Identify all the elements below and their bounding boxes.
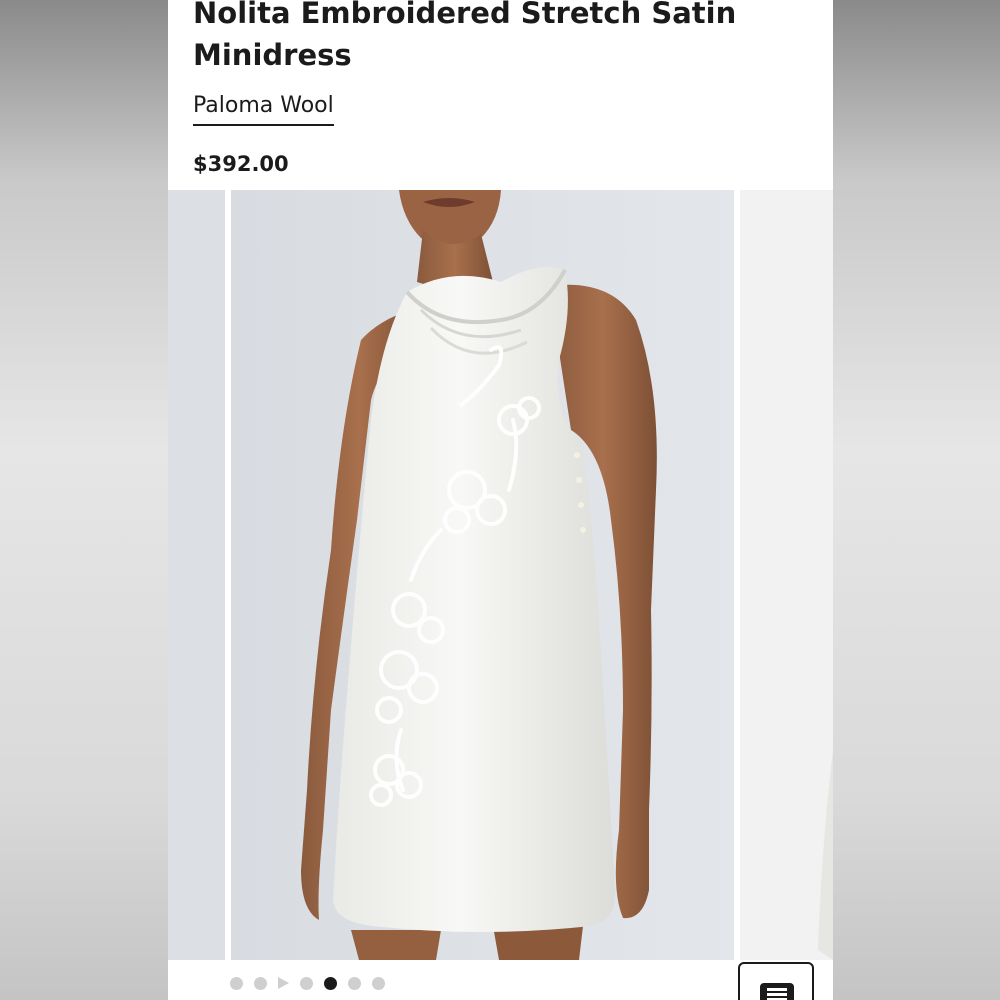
- product-price: $392.00: [193, 152, 289, 176]
- next-image-preview: [818, 750, 833, 960]
- product-photo: [231, 190, 734, 960]
- carousel-indicators: [230, 975, 385, 991]
- carousel-dot[interactable]: [348, 976, 361, 990]
- image-carousel[interactable]: [168, 190, 833, 960]
- video-play-icon[interactable]: [278, 977, 289, 989]
- carousel-dot[interactable]: [372, 976, 385, 990]
- menu-icon: [760, 983, 794, 1000]
- previous-image-slide[interactable]: [168, 190, 225, 960]
- menu-button[interactable]: [738, 962, 814, 1000]
- product-image[interactable]: [231, 190, 734, 960]
- carousel-dot-active[interactable]: [324, 976, 337, 990]
- product-title: Nolita Embroidered Stretch Satin Minidre…: [193, 0, 737, 72]
- carousel-dot[interactable]: [300, 976, 313, 990]
- carousel-dot[interactable]: [230, 976, 243, 990]
- carousel-dot[interactable]: [254, 976, 267, 990]
- brand-link[interactable]: Paloma Wool: [193, 92, 334, 126]
- next-image-slide[interactable]: [740, 190, 833, 960]
- product-page: Nolita Embroidered Stretch Satin Minidre…: [168, 0, 833, 1000]
